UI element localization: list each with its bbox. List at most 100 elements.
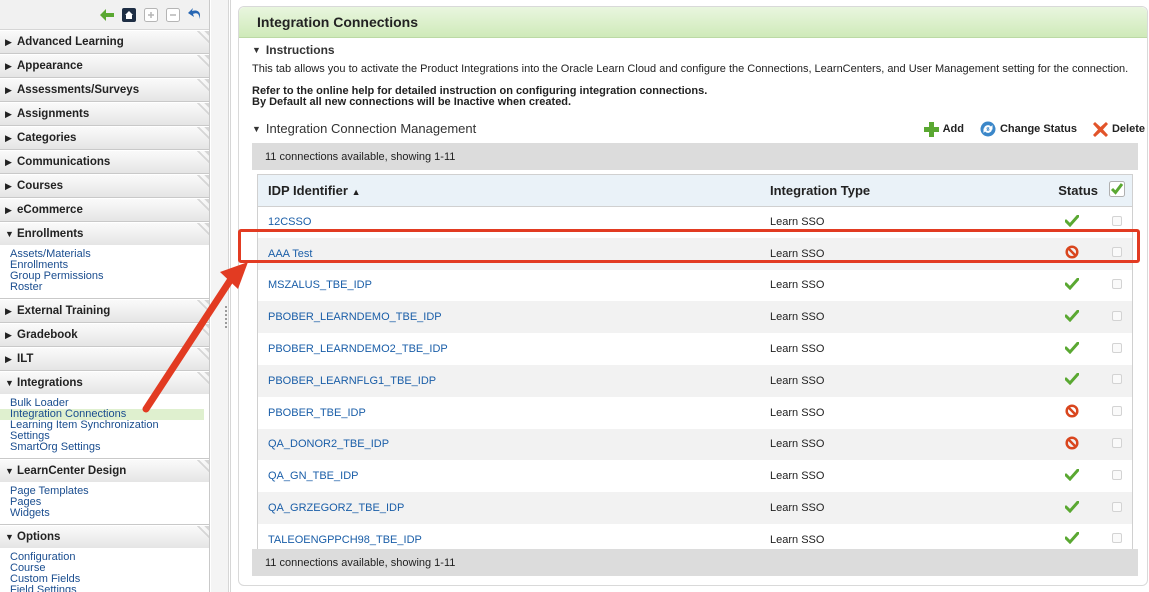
nav-section-header[interactable]: ▶ ILT — [0, 347, 209, 370]
row-checkbox[interactable] — [1112, 342, 1122, 353]
table-row: AAA Test Learn SSO — [258, 237, 1132, 270]
integration-type: Learn SSO — [770, 374, 825, 387]
nav-item-link[interactable]: Field Settings — [0, 585, 209, 592]
row-checkbox[interactable] — [1112, 310, 1122, 321]
row-checkbox-cell — [1102, 270, 1132, 302]
count-text: 11 connections available, showing 1-11 — [265, 150, 456, 163]
collapse-arrow-icon: ▼ — [252, 45, 261, 55]
idp-link[interactable]: PBOBER_LEARNDEMO_TBE_IDP — [258, 301, 760, 333]
status-cell — [1042, 492, 1102, 524]
row-checkbox[interactable] — [1112, 215, 1122, 226]
nav-section-header[interactable]: ▶ Courses — [0, 174, 209, 197]
table-row: QA_DONOR2_TBE_IDP Learn SSO — [258, 428, 1132, 461]
nav-section-header[interactable]: ▼ LearnCenter Design — [0, 459, 209, 482]
idp-link[interactable]: QA_GN_TBE_IDP — [258, 460, 760, 492]
help-line-2: By Default all new connections will be I… — [252, 96, 572, 108]
status-cell — [1042, 270, 1102, 302]
add-button[interactable]: Add — [923, 121, 964, 137]
nav-section-header[interactable]: ▶ Advanced Learning — [0, 30, 209, 53]
nav-item-link[interactable]: Widgets — [0, 508, 209, 519]
status-cell — [1042, 460, 1102, 492]
nav-section-label: External Training — [17, 305, 111, 317]
nav-section-header[interactable]: ▶ Communications — [0, 150, 209, 173]
nav-section-label: Options — [17, 531, 61, 543]
table-row: 12CSSO Learn SSO — [258, 206, 1132, 238]
nav-section-header[interactable]: ▶ Categories — [0, 126, 209, 149]
resize-corner-icon — [197, 348, 209, 360]
row-checkbox-cell — [1102, 301, 1132, 333]
idp-column-header[interactable]: IDP Identifier ▲ — [258, 175, 760, 207]
idp-link[interactable]: 12CSSO — [258, 206, 760, 238]
row-checkbox[interactable] — [1112, 533, 1122, 544]
nav-section-header[interactable]: ▶ Appearance — [0, 54, 209, 77]
nav-section-label: Appearance — [17, 60, 83, 72]
nav-section-header[interactable]: ▶ Assessments/Surveys — [0, 78, 209, 101]
idp-link[interactable]: PBOBER_TBE_IDP — [258, 397, 760, 429]
idp-link[interactable]: QA_DONOR2_TBE_IDP — [258, 429, 760, 461]
expand-all-icon[interactable] — [143, 7, 159, 23]
instructions-toggle[interactable]: ▼ Instructions — [252, 43, 335, 57]
nav-section: ▶ ILT — [0, 347, 209, 371]
nav-section-label: Advanced Learning — [17, 36, 124, 48]
pane-splitter[interactable] — [211, 0, 229, 592]
idp-link[interactable]: AAA Test — [258, 238, 760, 270]
nav-section-header[interactable]: ▶ External Training — [0, 299, 209, 322]
type-column-header[interactable]: Integration Type — [760, 175, 1042, 207]
row-checkbox[interactable] — [1112, 469, 1122, 480]
resize-corner-icon — [197, 31, 209, 43]
idp-link[interactable]: MSZALUS_TBE_IDP — [258, 270, 760, 302]
undo-icon[interactable] — [187, 7, 203, 23]
expanded-arrow-icon: ▼ — [5, 532, 14, 542]
delete-label: Delete — [1111, 123, 1145, 135]
change-status-button[interactable]: Change Status — [980, 121, 1077, 137]
collapsed-arrow-icon: ▶ — [5, 84, 12, 95]
home-icon[interactable] — [121, 7, 137, 23]
resize-corner-icon — [197, 151, 209, 163]
status-cell — [1042, 365, 1102, 397]
nav-section-label: eCommerce — [17, 204, 83, 216]
nav-item-link[interactable]: Roster — [0, 282, 209, 293]
nav-section-header[interactable]: ▶ eCommerce — [0, 198, 209, 221]
select-all-checkbox[interactable] — [1102, 175, 1132, 207]
idp-header-label: IDP Identifier — [268, 182, 348, 198]
nav-section-header[interactable]: ▼ Options — [0, 525, 209, 548]
row-checkbox-cell — [1102, 365, 1132, 397]
change-status-label: Change Status — [999, 123, 1077, 135]
count-bar-top: 11 connections available, showing 1-11 — [252, 143, 1138, 170]
row-checkbox[interactable] — [1112, 247, 1122, 258]
collapse-all-icon[interactable] — [165, 7, 181, 23]
collapsed-arrow-icon: ▶ — [5, 132, 12, 143]
table-row: MSZALUS_TBE_IDP Learn SSO — [258, 270, 1132, 302]
row-checkbox[interactable] — [1112, 406, 1122, 417]
inactive-no-icon — [1065, 436, 1079, 450]
table-row: PBOBER_LEARNDEMO_TBE_IDP Learn SSO — [258, 301, 1132, 334]
resize-corner-icon — [197, 103, 209, 115]
nav-section-header[interactable]: ▶ Gradebook — [0, 323, 209, 346]
expanded-arrow-icon: ▼ — [5, 229, 14, 239]
idp-link[interactable]: PBOBER_LEARNFLG1_TBE_IDP — [258, 365, 760, 397]
nav-section-label: Gradebook — [17, 329, 78, 341]
nav-section-header[interactable]: ▼ Enrollments — [0, 222, 209, 245]
idp-link[interactable]: QA_GRZEGORZ_TBE_IDP — [258, 492, 760, 524]
row-checkbox[interactable] — [1112, 501, 1122, 512]
back-arrow-icon[interactable] — [99, 7, 115, 23]
row-checkbox[interactable] — [1112, 437, 1122, 448]
nav-section: ▶ Appearance — [0, 54, 209, 78]
row-checkbox[interactable] — [1112, 374, 1122, 385]
action-bar: Add Change Status Delete — [923, 121, 1145, 137]
splitter-grip[interactable] — [225, 306, 227, 328]
connections-table: IDP Identifier ▲ Integration Type Status… — [257, 174, 1133, 557]
nav-section-header[interactable]: ▶ Assignments — [0, 102, 209, 125]
active-check-icon — [1064, 500, 1080, 513]
nav-section-header[interactable]: ▼ Integrations — [0, 371, 209, 394]
management-toggle[interactable]: ▼ Integration Connection Management — [252, 121, 476, 136]
idp-link[interactable]: PBOBER_LEARNDEMO2_TBE_IDP — [258, 333, 760, 365]
page-title: Integration Connections — [239, 7, 1147, 38]
delete-button[interactable]: Delete — [1092, 121, 1145, 137]
inactive-no-icon — [1065, 245, 1079, 259]
nav-item-link[interactable]: SmartOrg Settings — [0, 442, 209, 453]
nav-section-label: Integrations — [17, 377, 83, 389]
status-column-header[interactable]: Status — [1042, 175, 1102, 207]
row-checkbox[interactable] — [1112, 278, 1122, 289]
table-row: PBOBER_TBE_IDP Learn SSO — [258, 397, 1132, 429]
